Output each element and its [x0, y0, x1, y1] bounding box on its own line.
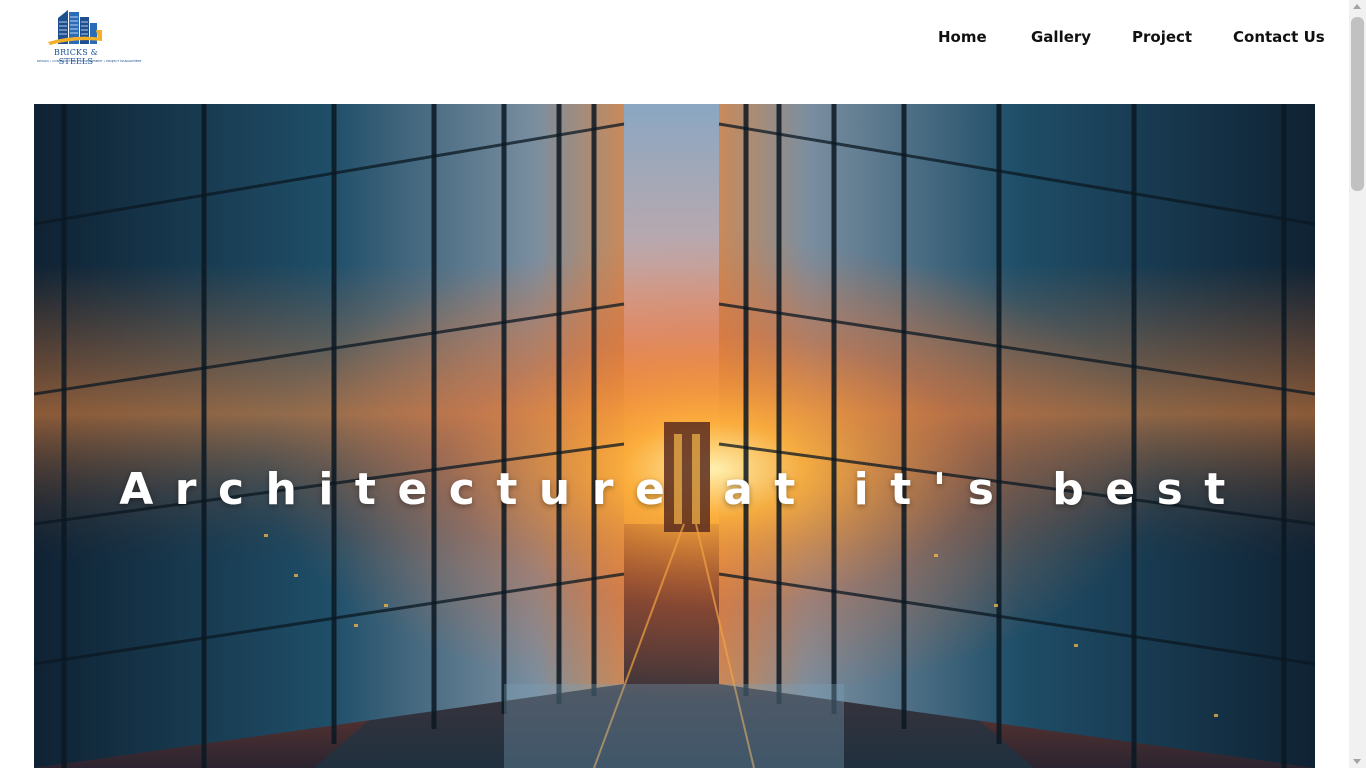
nav-gallery[interactable]: Gallery [1031, 28, 1091, 46]
nav-contact-us[interactable]: Contact Us [1233, 28, 1325, 46]
nav-project[interactable]: Project [1132, 28, 1192, 46]
scroll-up-arrow-icon[interactable] [1353, 4, 1361, 9]
site-header: BRICKS & STEELS DESIGN • CONSTRUCTION • … [0, 0, 1349, 104]
main-nav: Home Gallery Project Contact Us [0, 28, 1349, 50]
scroll-thumb[interactable] [1351, 17, 1364, 191]
page-scrollbar[interactable] [1349, 0, 1366, 768]
brand-name: BRICKS & STEELS [54, 48, 98, 66]
brand-tagline: DESIGN • CONSTRUCTION • DEVELOPMENT • PR… [37, 59, 142, 63]
hero-title: Architecture at it's best [119, 464, 1247, 515]
scroll-down-arrow-icon[interactable] [1353, 759, 1361, 764]
hero-image [34, 104, 1315, 768]
nav-home[interactable]: Home [938, 28, 987, 46]
hero-banner [34, 104, 1315, 768]
